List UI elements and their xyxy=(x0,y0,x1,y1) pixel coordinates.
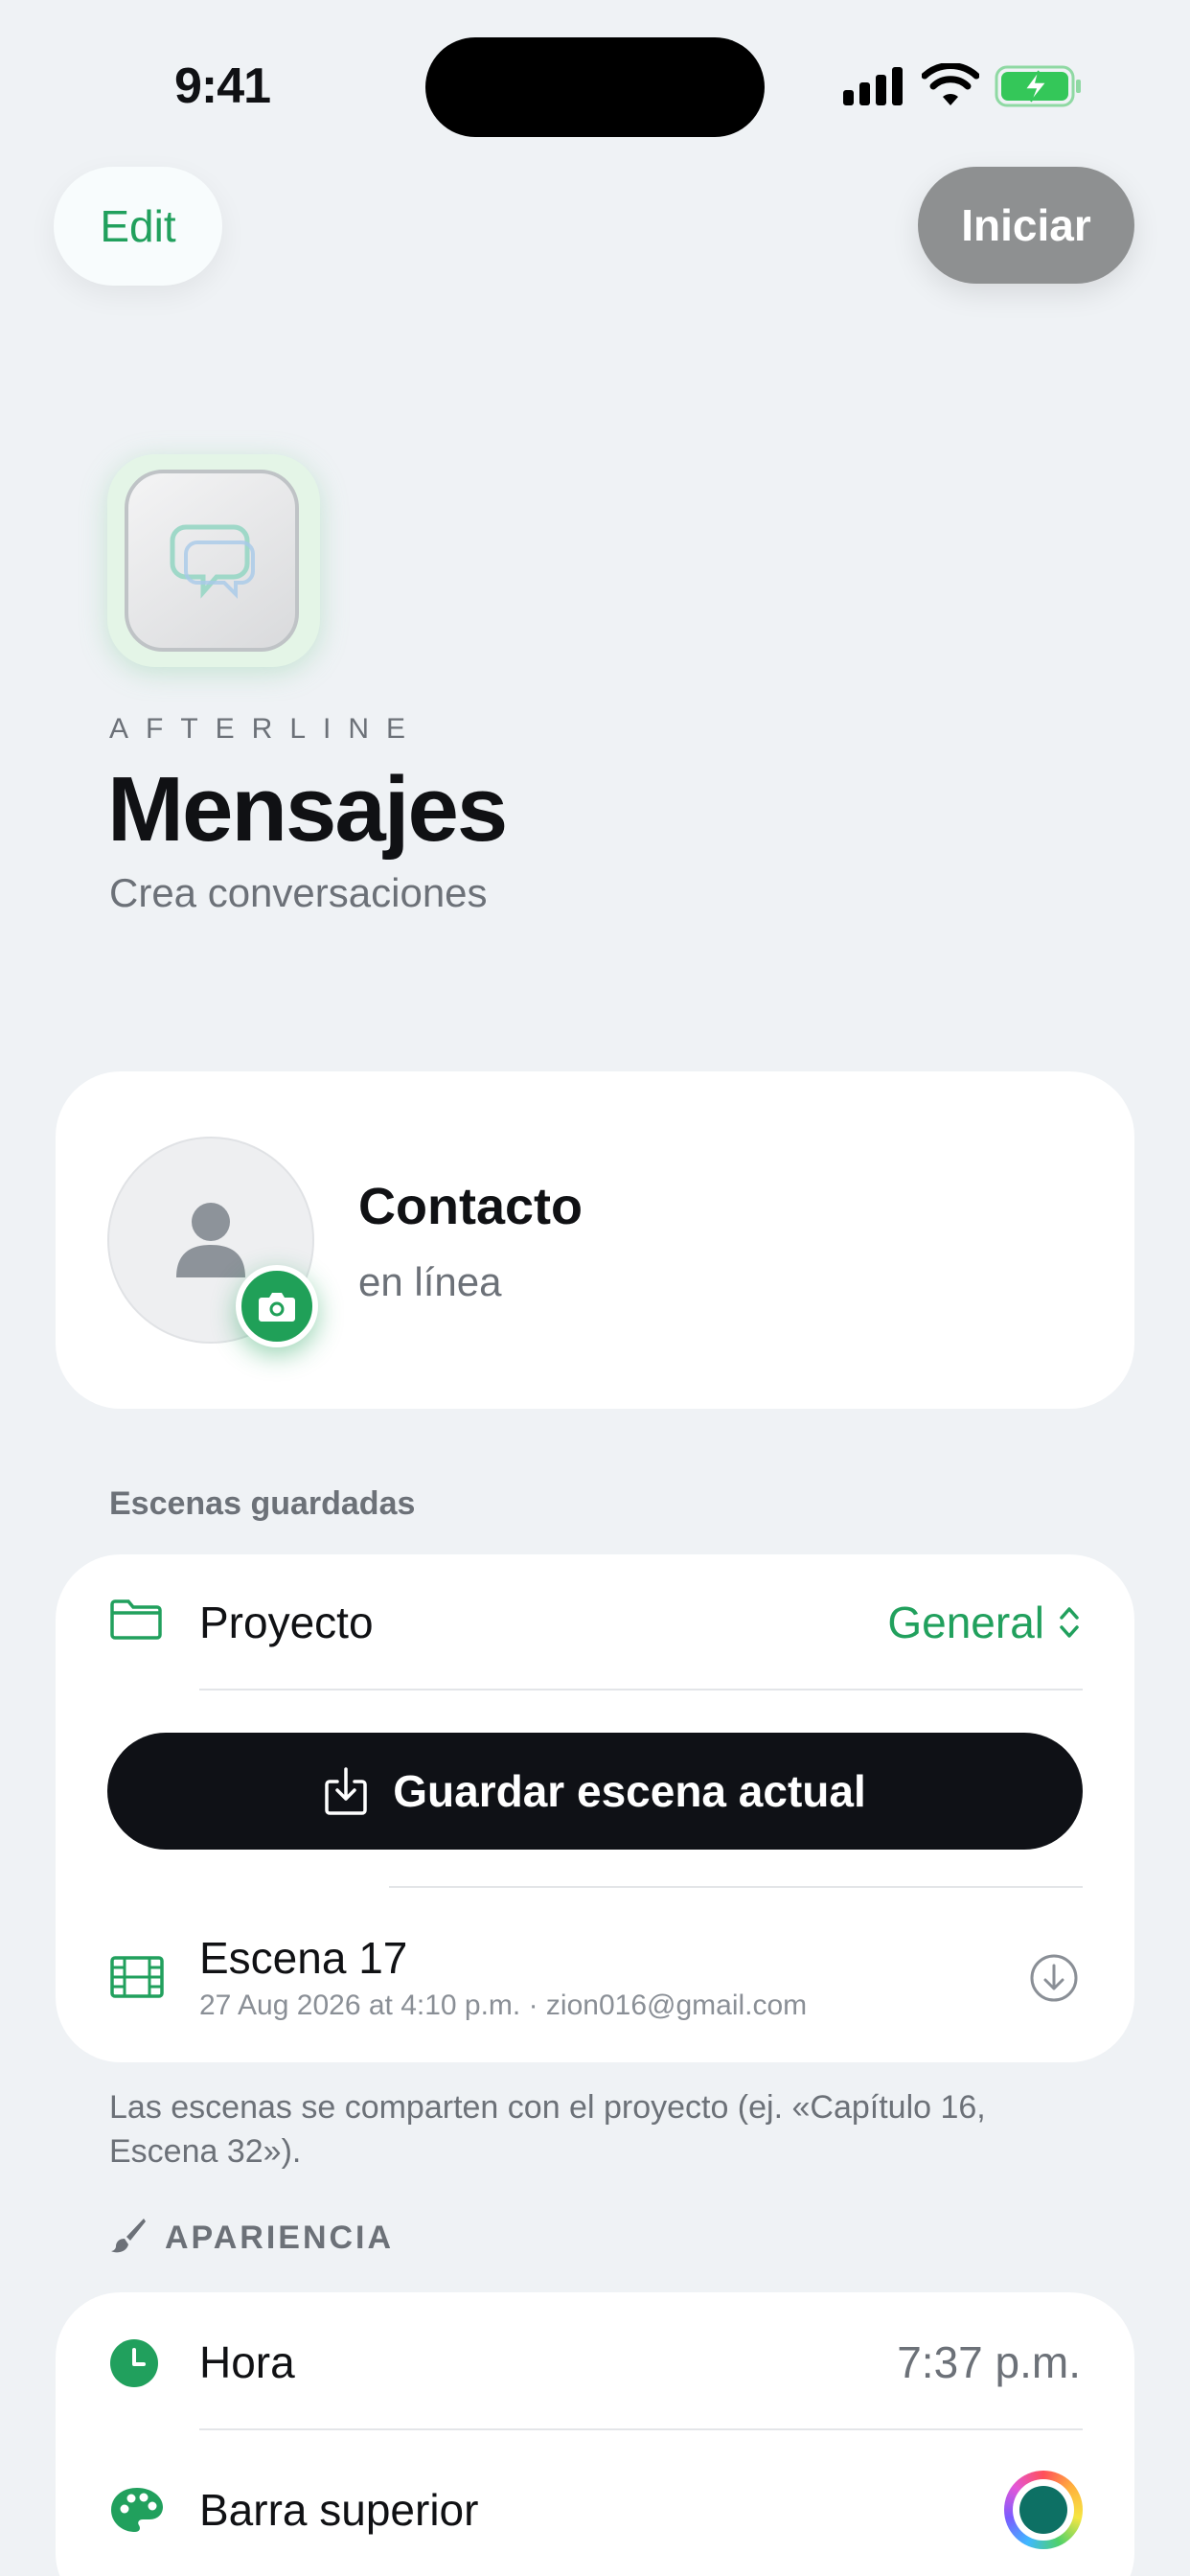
chevron-up-down-icon xyxy=(1060,1607,1079,1638)
film-icon xyxy=(110,1956,164,1998)
color-ring-inner xyxy=(1013,2479,1074,2541)
battery-charging-icon xyxy=(995,65,1081,107)
appearance-section-label: APARIENCIA xyxy=(165,2220,395,2256)
top-bar-label: Barra superior xyxy=(199,2485,479,2535)
camera-icon xyxy=(259,1293,295,1322)
time-value[interactable]: 7:37 p.m. xyxy=(897,2336,1081,2388)
page-subtitle: Crea conversaciones xyxy=(109,870,488,915)
clock-icon xyxy=(110,2339,158,2387)
scene-title[interactable]: Escena 17 xyxy=(199,1932,407,1984)
scenes-footnote: Las escenas se comparten con el proyecto… xyxy=(109,2089,986,2170)
project-label: Proyecto xyxy=(199,1598,374,1647)
status-time: 9:41 xyxy=(174,58,271,114)
project-value: General xyxy=(887,1598,1044,1647)
time-label: Hora xyxy=(199,2337,295,2387)
save-download-icon xyxy=(325,1767,368,1815)
divider xyxy=(389,1886,1083,1888)
top-bar-color-swatch xyxy=(1019,2486,1067,2534)
edit-button[interactable]: Edit xyxy=(54,167,222,286)
contact-status[interactable]: en línea xyxy=(358,1259,501,1305)
divider xyxy=(199,2428,1083,2430)
brand-name: AFTERLINE xyxy=(109,713,423,745)
person-icon xyxy=(176,1203,245,1277)
save-scene-button[interactable]: Guardar escena actual xyxy=(107,1733,1083,1850)
dynamic-island xyxy=(425,37,765,137)
cellular-signal-icon xyxy=(843,67,904,105)
top-bar-color-picker[interactable] xyxy=(1004,2471,1083,2549)
wifi-icon xyxy=(922,63,979,105)
start-button[interactable]: Iniciar xyxy=(918,167,1134,284)
project-picker[interactable]: General xyxy=(887,1597,1081,1648)
divider xyxy=(199,1689,1083,1690)
save-scene-label: Guardar escena actual xyxy=(393,1766,866,1816)
palette-icon xyxy=(111,2488,163,2532)
folder-icon xyxy=(110,1599,162,1640)
paintbrush-icon xyxy=(111,2219,146,2253)
saved-scenes-section-label: Escenas guardadas xyxy=(109,1485,416,1522)
page-title: Mensajes xyxy=(107,758,508,861)
contact-name[interactable]: Contacto xyxy=(358,1177,583,1236)
download-icon[interactable] xyxy=(1029,1953,1079,2003)
chat-bubble-icon xyxy=(170,524,255,599)
app-icon xyxy=(125,470,299,652)
change-photo-button[interactable] xyxy=(236,1265,318,1347)
scene-meta: 27 Aug 2026 at 4:10 p.m. · zion016@gmail… xyxy=(199,1990,808,2021)
